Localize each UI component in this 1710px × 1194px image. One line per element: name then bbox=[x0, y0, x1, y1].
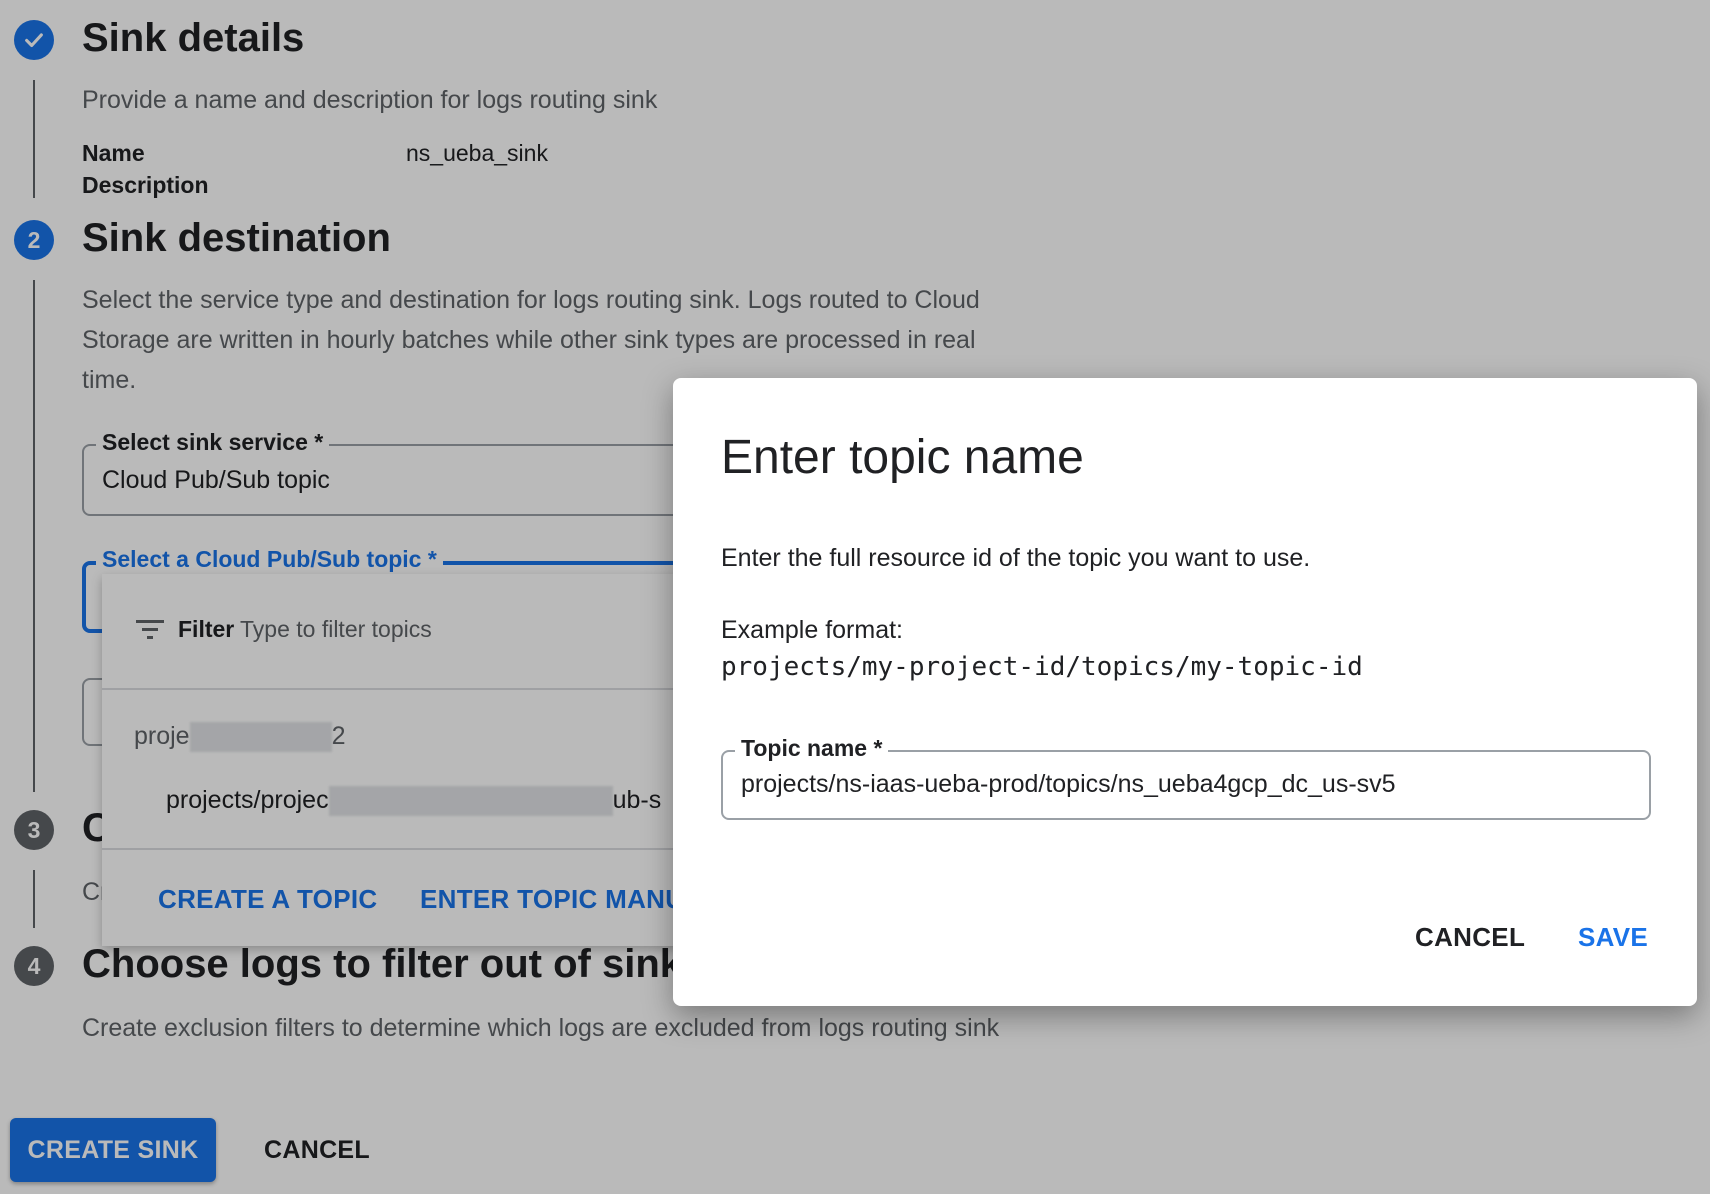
sink-creation-page: Sink details Provide a name and descript… bbox=[0, 0, 1710, 1194]
dialog-cancel-button[interactable]: CANCEL bbox=[1415, 922, 1525, 953]
topic-name-label: Topic name * bbox=[735, 735, 889, 762]
example-format-label: Example format: bbox=[721, 616, 904, 644]
enter-topic-dialog: Enter topic name Enter the full resource… bbox=[673, 378, 1697, 1006]
dialog-save-button[interactable]: SAVE bbox=[1578, 922, 1648, 953]
dialog-instruction: Enter the full resource id of the topic … bbox=[721, 544, 1311, 572]
dialog-title: Enter topic name bbox=[721, 431, 1084, 484]
example-format-value: projects/my-project-id/topics/my-topic-i… bbox=[721, 652, 1363, 682]
topic-name-value: projects/ns-iaas-ueba-prod/topics/ns_ueb… bbox=[741, 770, 1396, 798]
